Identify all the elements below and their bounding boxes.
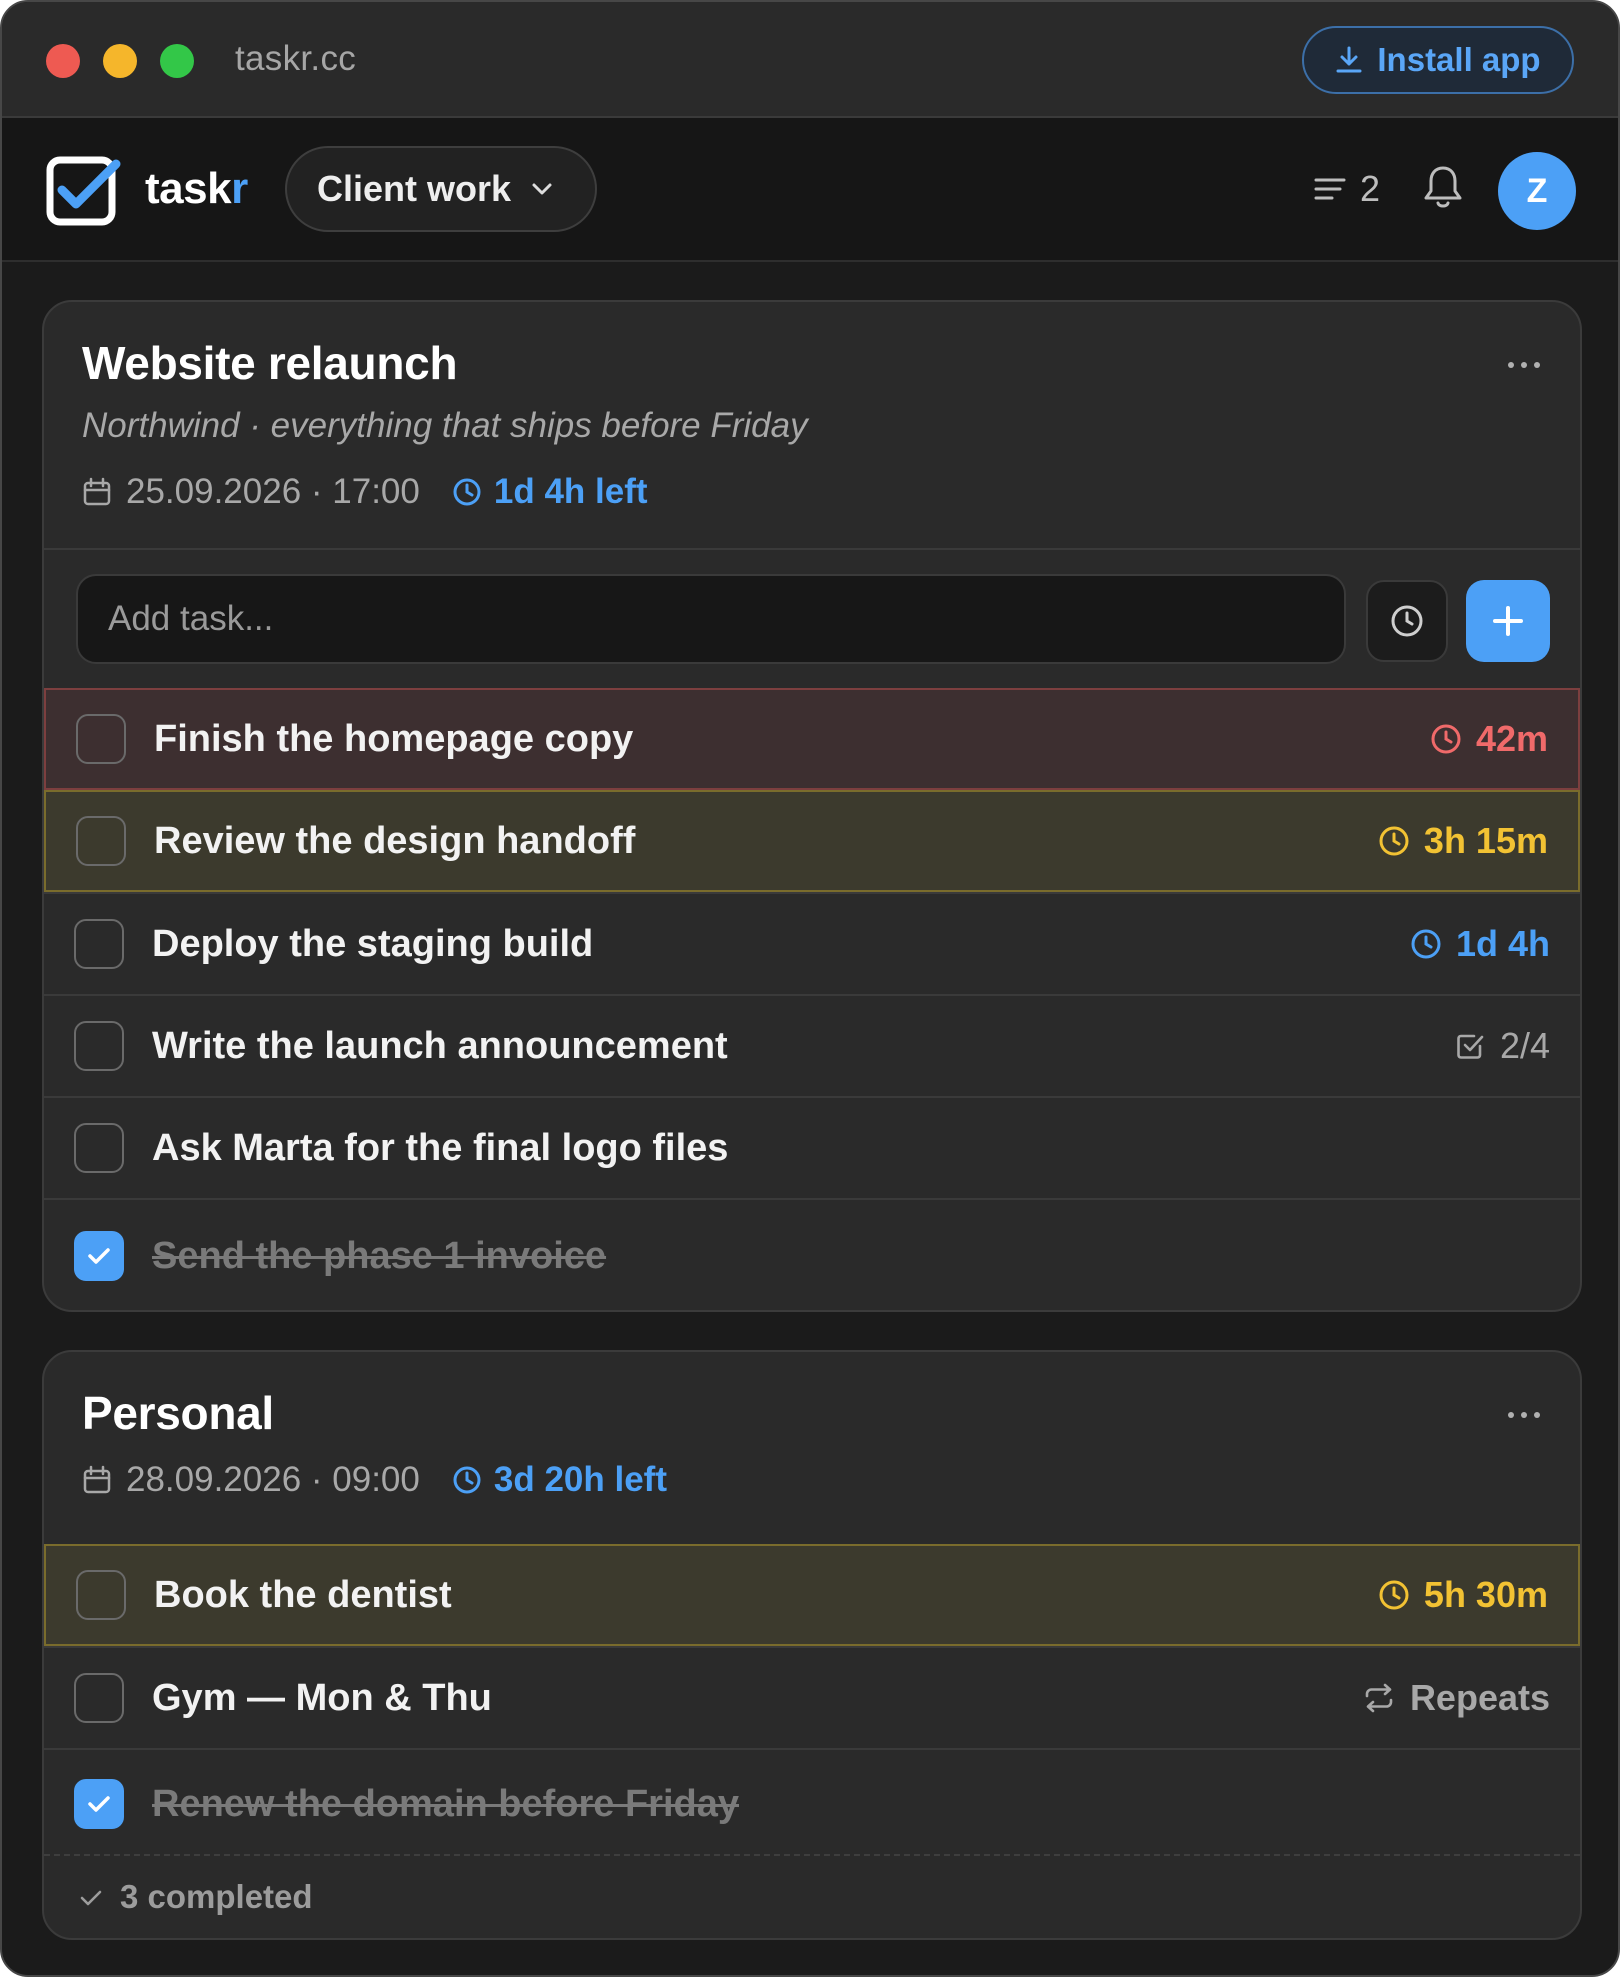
set-deadline-button[interactable] <box>1366 580 1448 662</box>
task-row[interactable]: Send the phase 1 invoice <box>44 1198 1580 1310</box>
browser-title-bar: taskr.cc Install app <box>2 2 1618 118</box>
add-task-input[interactable] <box>76 574 1346 664</box>
taskr-logo-icon <box>46 156 121 226</box>
download-icon <box>1336 46 1362 73</box>
close-window-button[interactable] <box>46 44 80 78</box>
clock-icon <box>1379 826 1409 856</box>
clock-icon <box>1411 929 1441 959</box>
deadline-badge: 1d 4h <box>1410 923 1550 965</box>
filter-count: 2 <box>1360 168 1381 209</box>
deadline-badge: 42m <box>1430 718 1548 760</box>
time-left-label: 1d 4h left <box>493 472 648 511</box>
completed-toggle[interactable]: 3 completed <box>44 1854 1580 1938</box>
task-label: Renew the domain before Friday <box>152 1782 739 1825</box>
repeat-badge: Repeats <box>1362 1677 1550 1719</box>
check-icon <box>80 1890 102 1906</box>
repeat-icon <box>1365 1683 1393 1713</box>
calendar-icon <box>83 1465 111 1494</box>
project-due-date: 28.09.2026 · 09:00 <box>126 1460 420 1499</box>
task-checkbox-checked[interactable] <box>74 1231 124 1281</box>
clock-icon <box>1391 605 1423 637</box>
filter-button[interactable]: 2 <box>1314 168 1380 210</box>
repeat-badge-label: Repeats <box>1409 1677 1550 1718</box>
task-checkbox[interactable] <box>74 1123 124 1173</box>
subtasks-badge-label: 2/4 <box>1499 1025 1550 1066</box>
workspace-selector[interactable]: Client work <box>285 146 597 232</box>
time-left: 3d 20h left <box>452 1460 667 1500</box>
brand-name-accent: r <box>231 164 248 213</box>
task-checkbox[interactable] <box>76 816 126 866</box>
task-row[interactable]: Gym — Mon & Thu Repeats <box>44 1646 1580 1748</box>
clock-icon <box>453 478 481 506</box>
task-row[interactable]: Finish the homepage copy 42m <box>44 688 1580 790</box>
project-due-date: 25.09.2026 · 17:00 <box>126 472 420 511</box>
deadline-badge: 5h 30m <box>1378 1574 1548 1616</box>
task-checkbox-checked[interactable] <box>74 1779 124 1829</box>
workspace-label: Client work <box>317 168 512 209</box>
clock-icon <box>453 1466 481 1494</box>
notifications-bell-icon[interactable] <box>1422 164 1464 210</box>
more-options-icon[interactable] <box>1508 1412 1540 1418</box>
time-left-label: 3d 20h left <box>493 1460 667 1499</box>
task-checkbox[interactable] <box>76 1570 126 1620</box>
clock-icon <box>1431 724 1461 754</box>
task-checkbox[interactable] <box>74 919 124 969</box>
add-task-row <box>44 550 1580 688</box>
task-row[interactable]: Write the launch announcement 2/4 <box>44 994 1580 1096</box>
calendar-icon <box>83 477 111 506</box>
plus-icon <box>1493 606 1523 636</box>
deadline-badge-label: 3h 15m <box>1423 820 1548 861</box>
clock-icon <box>1379 1580 1409 1610</box>
task-label: Finish the homepage copy <box>154 717 634 760</box>
project-title: Personal <box>82 1387 274 1439</box>
user-avatar[interactable]: Z <box>1498 152 1576 230</box>
project-card-website-relaunch: Website relaunch Northwind · everything … <box>42 300 1582 1312</box>
task-label: Book the dentist <box>154 1573 452 1616</box>
task-label: Write the launch announcement <box>152 1024 728 1067</box>
deadline-badge-label: 5h 30m <box>1423 1574 1548 1615</box>
time-left: 1d 4h left <box>452 472 648 512</box>
project-card-personal: Personal 28.09.2026 · 09:00 3d 20h left … <box>42 1350 1582 1940</box>
task-row[interactable]: Renew the domain before Friday <box>44 1748 1580 1858</box>
deadline-badge-label: 1d 4h <box>1455 923 1550 964</box>
deadline-badge: 3h 15m <box>1378 820 1548 862</box>
task-label: Send the phase 1 invoice <box>152 1234 607 1277</box>
subtasks-badge: 2/4 <box>1454 1025 1550 1067</box>
brand-name-main: task <box>145 164 232 213</box>
minimize-window-button[interactable] <box>103 44 137 78</box>
install-app-label: Install app <box>1377 41 1541 78</box>
task-checkbox[interactable] <box>74 1673 124 1723</box>
project-title: Website relaunch <box>82 337 458 389</box>
completed-count-label: 3 completed <box>120 1878 313 1915</box>
more-options-icon[interactable] <box>1508 362 1540 368</box>
task-label: Gym — Mon & Thu <box>152 1676 492 1719</box>
project-meta: 25.09.2026 · 17:00 1d 4h left <box>82 472 648 512</box>
checkmark-icon <box>88 1796 110 1812</box>
filter-lines-icon <box>1314 178 1346 200</box>
task-checkbox[interactable] <box>76 714 126 764</box>
deadline-badge-label: 42m <box>1475 718 1548 759</box>
app-window: taskr.cc Install app taskr Client work 2 <box>0 0 1620 1977</box>
project-meta: 28.09.2026 · 09:00 3d 20h left <box>82 1460 667 1500</box>
task-checkbox[interactable] <box>74 1021 124 1071</box>
task-row[interactable]: Book the dentist 5h 30m <box>44 1544 1580 1646</box>
chevron-down-icon <box>532 183 552 195</box>
task-row[interactable]: Review the design handoff 3h 15m <box>44 790 1580 892</box>
brand-name: taskr <box>145 164 248 214</box>
app-header: taskr Client work 2 Z <box>2 118 1618 262</box>
task-row[interactable]: Ask Marta for the final logo files <box>44 1096 1580 1198</box>
subtasks-icon <box>1457 1034 1484 1059</box>
task-label: Deploy the staging build <box>152 922 594 965</box>
task-row[interactable]: Deploy the staging build 1d 4h <box>44 892 1580 994</box>
install-app-button[interactable]: Install app <box>1302 26 1574 94</box>
checkmark-icon <box>88 1248 110 1264</box>
task-label: Ask Marta for the final logo files <box>152 1126 729 1169</box>
maximize-window-button[interactable] <box>160 44 194 78</box>
site-url: taskr.cc <box>235 39 357 78</box>
add-task-button[interactable] <box>1466 580 1550 662</box>
project-subtitle: Northwind · everything that ships before… <box>82 406 808 445</box>
task-label: Review the design handoff <box>154 819 636 862</box>
